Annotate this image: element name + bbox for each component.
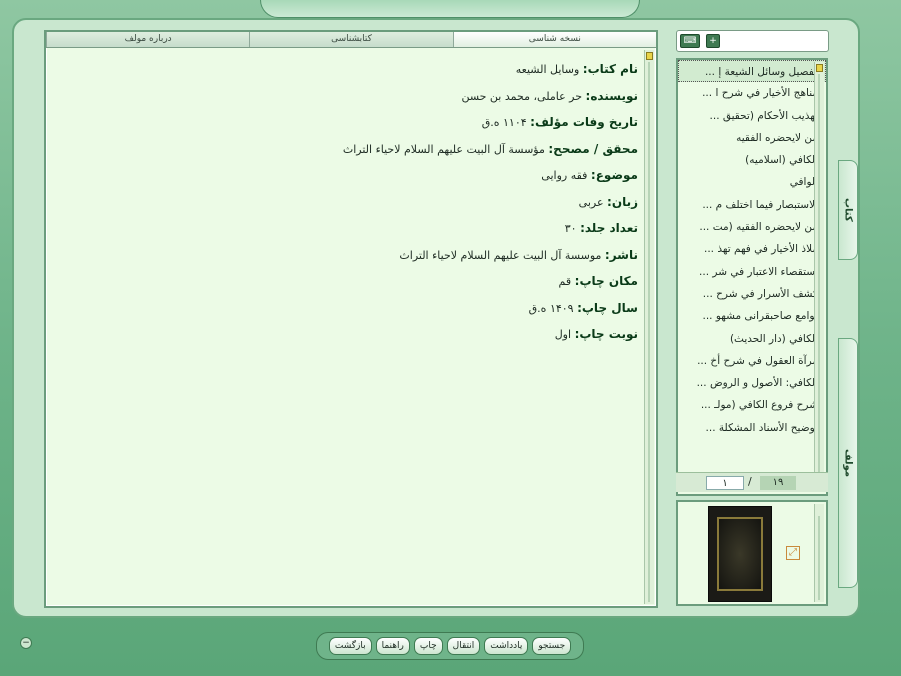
pager: ۱۹ / ۱ <box>676 472 828 492</box>
cover-panel: ⤢ <box>676 500 828 606</box>
book-list: تفصيل وسائل الشيعة إ ... مناهج الأخيار ف… <box>676 58 828 496</box>
keyboard-icon[interactable]: ⌨ <box>680 34 700 48</box>
scroll-thumb[interactable] <box>816 64 823 72</box>
info-row-place: مکان چاپ: قم <box>558 274 638 288</box>
book-list-panel: ⌨ + تفصيل وسائل الشيعة إ ... مناهج الأخي… <box>668 26 836 608</box>
side-tab-books[interactable]: کتاب <box>838 160 858 260</box>
info-row-subject: موضوع: فقه روایی <box>541 168 638 182</box>
side-tab-author[interactable]: مولف <box>838 338 858 588</box>
minus-icon[interactable]: − <box>20 637 32 649</box>
list-item[interactable]: الكافي: الأصول و الروض ... <box>678 372 826 394</box>
info-row-death-date: تاریخ وفات مؤلف: ۱۱۰۴ ه.ق <box>481 115 638 129</box>
info-tabs: نسخه شناسی کتابشناسی درباره مولف <box>46 32 656 48</box>
help-button[interactable]: راهنما <box>375 637 410 655</box>
list-item[interactable]: مناهج الأخيار في شرح ا ... <box>678 82 826 104</box>
bottom-toolbar: جستجو یادداشت انتقال چاپ راهنما بازگشت <box>316 632 584 660</box>
plus-icon[interactable]: + <box>706 34 720 48</box>
cover-scrollbar[interactable] <box>814 504 824 602</box>
list-item[interactable]: توضيح الأسناد المشكلة ... <box>678 417 826 439</box>
book-cover-image <box>708 506 772 602</box>
info-row-title: نام کتاب: وسایل الشیعه <box>515 62 638 76</box>
book-info-panel: نسخه شناسی کتابشناسی درباره مولف نام کتا… <box>44 30 658 608</box>
scroll-thumb[interactable] <box>646 52 653 60</box>
list-item[interactable]: ملاذ الأخيار في فهم تهذ ... <box>678 238 826 260</box>
book-list-scrollbar[interactable] <box>814 62 824 492</box>
page-separator: / <box>748 475 752 488</box>
list-item[interactable]: الكافي (اسلاميه) <box>678 149 826 171</box>
tab-about-author[interactable]: درباره مولف <box>46 32 249 47</box>
info-row-volumes: تعداد جلد: ۳۰ <box>564 221 638 235</box>
info-row-year: سال چاپ: ۱۴۰۹ ه.ق <box>528 300 638 315</box>
info-row-author: نویسنده: حر عاملی، محمد بن حسن <box>461 88 638 103</box>
list-item[interactable]: تفصيل وسائل الشيعة إ ... <box>678 60 826 83</box>
info-scrollbar[interactable] <box>644 50 654 604</box>
page-total: ۱۹ <box>760 476 796 490</box>
list-item[interactable]: لوامع صاحبقرانى مشهو ... <box>678 305 826 327</box>
list-item[interactable]: شرح فروع الكافي (مولـ ... <box>678 394 826 416</box>
list-item[interactable]: الاستبصار فيما اختلف م ... <box>678 194 826 216</box>
info-row-publisher: ناشر: موسسة آل البیت علیهم السلام لاحیاء… <box>399 247 638 262</box>
search-button[interactable]: جستجو <box>532 637 572 655</box>
info-row-language: زبان: عربی <box>578 194 638 209</box>
list-item[interactable]: من لايحضره الفقيه <box>678 127 826 149</box>
tab-manuscript[interactable]: نسخه شناسی <box>452 32 656 47</box>
list-item[interactable]: مرآة العقول في شرح أخ ... <box>678 350 826 372</box>
back-button[interactable]: بازگشت <box>328 637 372 655</box>
list-item[interactable]: استقصاء الاعتبار في شر ... <box>678 261 826 283</box>
list-item[interactable]: من لايحضره الفقيه (مت ... <box>678 216 826 238</box>
info-row-editor: محقق / مصحح: مؤسسة آل البیت علیهم السلام… <box>342 141 638 156</box>
print-button[interactable]: چاپ <box>413 637 443 655</box>
page-input[interactable]: ۱ <box>706 476 744 490</box>
tab-bibliography[interactable]: کتابشناسی <box>249 32 452 47</box>
transfer-button[interactable]: انتقال <box>446 637 481 655</box>
book-info-list: نام کتاب: وسایل الشیعه نویسنده: حر عاملی… <box>52 56 638 348</box>
list-item[interactable]: كشف الأسرار في شرح ... <box>678 283 826 305</box>
list-item[interactable]: تهذيب الأحكام (تحقيق ... <box>678 105 826 127</box>
notes-button[interactable]: یادداشت <box>484 637 529 655</box>
info-row-edition: نوبت چاپ: اول <box>554 327 638 341</box>
list-item[interactable]: الوافي <box>678 171 826 193</box>
expand-icon[interactable]: ⤢ <box>786 546 800 560</box>
title-frame <box>260 0 640 18</box>
list-item[interactable]: الكافي (دار الحديث) <box>678 328 826 350</box>
